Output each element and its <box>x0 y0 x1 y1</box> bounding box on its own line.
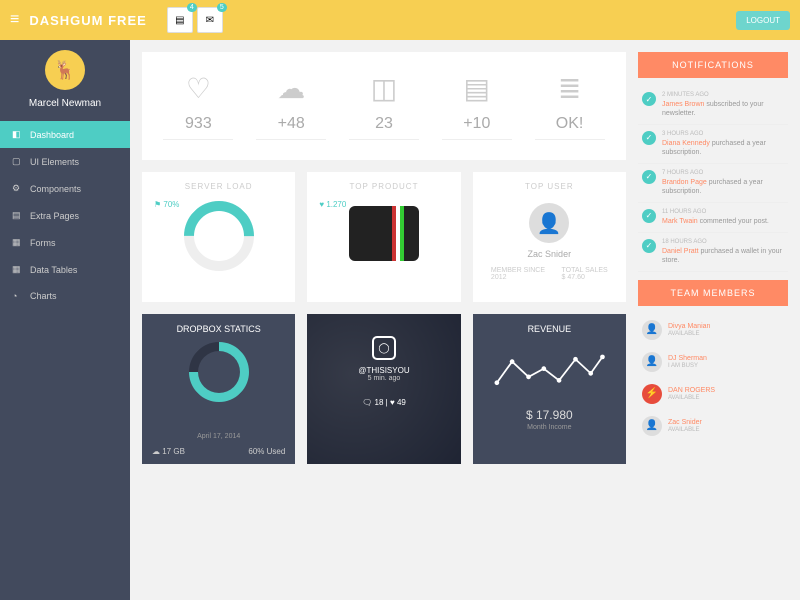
nav-charts[interactable]: ◔Charts <box>0 283 130 309</box>
logout-button[interactable]: LOGOUT <box>736 11 790 30</box>
nav-components[interactable]: ⚙Components <box>0 175 130 202</box>
stat-likes: ♡933 <box>163 72 233 140</box>
notification-item[interactable]: ✓11 HOURS AGOMark Twain commented your p… <box>638 203 788 233</box>
product-image <box>349 206 419 261</box>
team-member[interactable]: ⚡DAN ROGERSAVAILABLE <box>638 378 788 410</box>
notification-item[interactable]: ✓18 HOURS AGODaniel Pratt purchased a wa… <box>638 233 788 272</box>
stat-cloud: ☁+48 <box>256 72 326 140</box>
team-member[interactable]: 👤Zac SniderAVAILABLE <box>638 410 788 442</box>
nav-forms[interactable]: ▦Forms <box>0 229 130 256</box>
bell-icon: ✓ <box>642 131 656 145</box>
forms-icon: ▦ <box>12 237 22 248</box>
cloud-icon: ☁ 17 GB <box>152 447 185 456</box>
bell-icon: ✓ <box>642 239 656 253</box>
bell-icon: ✓ <box>642 209 656 223</box>
tasks-icon[interactable]: ▤4 <box>167 7 193 33</box>
revenue-card: REVENUE $ 17.980 Month Income <box>473 314 626 464</box>
sidebar: 🦌 Marcel Newman ◧Dashboard ▢UI Elements … <box>0 40 130 600</box>
server-load-donut <box>169 187 268 286</box>
menu-icon[interactable]: ≡ <box>10 11 19 29</box>
instagram-icon: ◯ <box>372 336 396 360</box>
flag-icon: ⚑ 70% <box>154 200 179 209</box>
bell-icon: ✓ <box>642 170 656 184</box>
nav-data-tables[interactable]: ▦Data Tables <box>0 256 130 283</box>
topbar: ≡ DASHGUM FREE ▤4 ✉5 LOGOUT <box>0 0 800 40</box>
notification-item[interactable]: ✓7 HOURS AGOBrandon Page purchased a yea… <box>638 164 788 203</box>
tables-icon: ▦ <box>12 264 22 275</box>
team-member[interactable]: 👤DJ ShermanI AM BUSY <box>638 346 788 378</box>
dropbox-card: DROPBOX STATICS April 17, 2014 ☁ 17 GB60… <box>142 314 295 464</box>
instagram-card: ◯ @THISISYOU 5 min. ago 🗨 18 | ♥ 49 <box>307 314 460 464</box>
nav: ◧Dashboard ▢UI Elements ⚙Components ▤Ext… <box>0 121 130 309</box>
stats-row: ♡933 ☁+48 ◫23 ▤+10 ≣OK! <box>142 52 626 160</box>
stat-inbox: ◫23 <box>349 72 419 140</box>
member-avatar: 👤 <box>642 416 662 436</box>
member-avatar: 👤 <box>642 320 662 340</box>
charts-icon: ◔ <box>12 291 22 301</box>
inbox-icon: ◫ <box>371 72 397 105</box>
database-icon: ≣ <box>558 72 581 105</box>
top-product-card: TOP PRODUCT ♥ 1.270 <box>307 172 460 302</box>
avatar[interactable]: 🦌 <box>45 50 85 90</box>
nav-ui-elements[interactable]: ▢UI Elements <box>0 148 130 175</box>
pages-icon: ▤ <box>12 210 22 221</box>
dashboard-icon: ◧ <box>12 129 22 140</box>
revenue-sparkline <box>491 346 608 396</box>
dropbox-donut <box>176 330 261 415</box>
heart-icon: ♡ <box>186 72 211 105</box>
components-icon: ⚙ <box>12 183 22 194</box>
cloud-icon: ☁ <box>277 72 305 105</box>
username: Marcel Newman <box>29 98 101 109</box>
brand: DASHGUM FREE <box>29 13 146 28</box>
team-list: 👤Divya ManianAVAILABLE👤DJ ShermanI AM BU… <box>638 314 788 442</box>
mail-icon[interactable]: ✉5 <box>197 7 223 33</box>
stat-db: ≣OK! <box>535 72 605 140</box>
stat-news: ▤+10 <box>442 72 512 140</box>
team-header: TEAM MEMBERS <box>638 280 788 306</box>
nav-extra-pages[interactable]: ▤Extra Pages <box>0 202 130 229</box>
bell-icon: ✓ <box>642 92 656 106</box>
ui-icon: ▢ <box>12 156 22 167</box>
notification-item[interactable]: ✓2 MINUTES AGOJames Brown subscribed to … <box>638 86 788 125</box>
top-icons: ▤4 ✉5 <box>167 7 223 33</box>
team-member[interactable]: 👤Divya ManianAVAILABLE <box>638 314 788 346</box>
top-user-card: TOP USER 👤 Zac Snider MEMBER SINCE2012 T… <box>473 172 626 302</box>
news-icon: ▤ <box>464 72 490 105</box>
notifications-header: NOTIFICATIONS <box>638 52 788 78</box>
member-avatar: ⚡ <box>642 384 662 404</box>
heart-icon: ♥ 1.270 <box>319 200 346 209</box>
member-avatar: 👤 <box>642 352 662 372</box>
notification-item[interactable]: ✓3 HOURS AGODiana Kennedy purchased a ye… <box>638 125 788 164</box>
server-load-card: SERVER LOAD ⚑ 70% <box>142 172 295 302</box>
user-avatar: 👤 <box>529 203 569 243</box>
notifications-list: ✓2 MINUTES AGOJames Brown subscribed to … <box>638 86 788 272</box>
nav-dashboard[interactable]: ◧Dashboard <box>0 121 130 148</box>
